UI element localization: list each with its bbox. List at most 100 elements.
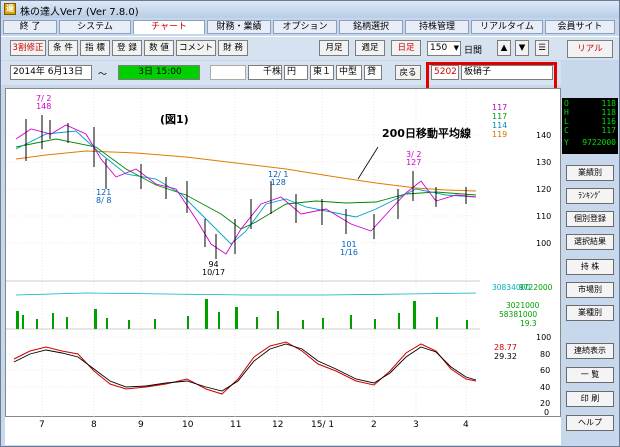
callout-high2-price: 127 [406,158,422,167]
x-label-12: 12 [272,420,284,430]
realtime-button[interactable]: リアル [567,40,613,58]
callout-mid1-price: 128 [270,178,286,187]
x-label-10: 10 [182,420,194,430]
menu-exit[interactable]: 終 了 [3,20,57,34]
sidebar-item-ranking[interactable]: ﾗﾝｷﾝｸﾞ [566,188,614,204]
volume-unit-field [210,65,246,80]
x-label-4: 4 [463,420,469,430]
window-title: 株の達人Ver7 (Ver 7.8.0) [20,7,139,18]
range-field[interactable]: 3日 15:00 [118,65,200,80]
sidebar-item-industry[interactable]: 業種別 [566,305,614,321]
menu-options[interactable]: オプション [273,20,337,34]
date-field[interactable]: 2014年 6月13日 [10,65,92,80]
price-tick-120: 120 [536,185,552,194]
osc-tick-20: 20 [540,399,551,408]
app-window: 達 株の達人Ver7 (Ver 7.8.0) 終 了 システム チャート 財務・… [0,0,620,447]
ma25-value: 117 [492,112,508,121]
register-button[interactable]: 登 録 [112,40,142,56]
daily-button[interactable]: 日足 [391,40,421,56]
stock-chart-svg [6,89,480,418]
sidebar-item-print[interactable]: 印 刷 [566,391,614,407]
menu-chart[interactable]: チャート [133,20,205,34]
osc-tick-40: 40 [540,383,551,392]
title-bar: 達 株の達人Ver7 (Ver 7.8.0) [1,1,619,18]
market-label: 東１ [310,65,334,80]
menu-finance[interactable]: 財務・業績 [207,20,271,34]
price-tick-140: 140 [536,131,552,140]
menu-holdings[interactable]: 持株管理 [405,20,469,34]
weekly-button[interactable]: 週足 [355,40,385,56]
callout-low1: 121 8/ 8 [96,189,111,205]
volume-unit-label: 千株 [248,65,282,80]
sidebar-item-holdings[interactable]: 持 株 [566,259,614,275]
chevron-down-icon: ▼ [453,44,459,52]
ma75-value: 114 [492,121,508,130]
x-label-9: 9 [138,420,144,430]
menu-realtime[interactable]: リアルタイム [471,20,543,34]
ma5-value: 117 [492,103,508,112]
figure-label: (図1) [160,113,189,126]
ohlc-open: 118 [601,99,616,108]
ohlc-y-label: Y [564,138,569,147]
ohlc-panel: O 118 H 118 L 116 C 117 Y 9722000 [562,98,618,154]
osc-value-2: 29.32 [494,352,517,361]
app-icon: 達 [4,3,16,15]
osc-tick-100: 100 [536,333,552,342]
ohlc-low: 116 [601,117,616,126]
x-label-8: 8 [91,420,97,430]
ohlc-c-label: C [564,126,569,135]
toolbar-main: 3割修正 条 件 指 標 登 録 数 値 コメント 財 務 月足 週足 日足 1… [1,36,619,60]
ohlc-h-label: H [564,108,569,117]
arrow-down-icon[interactable]: ▼ [515,40,529,56]
numeric-button[interactable]: 数 値 [144,40,174,56]
sidebar-item-continuous[interactable]: 連続表示 [566,343,614,359]
ma200-annotation: 200日移動平均線 [382,127,471,140]
size-label: 中型 [336,65,362,80]
sidebar-item-market[interactable]: 市場別 [566,282,614,298]
arrow-up-icon[interactable]: ▲ [497,40,511,56]
indicator-button[interactable]: 指 標 [80,40,110,56]
period-unit-label: 日間 [464,46,483,56]
osc-tick-0: 0 [544,408,550,417]
callout-mid1: 12/ 1 128 [268,171,289,187]
price-tick-130: 130 [536,158,552,167]
callout-high1-price: 148 [36,102,52,111]
sidebar-item-performance[interactable]: 業績別 [566,165,614,181]
menu-system[interactable]: システム [59,20,131,34]
callout-low3: 101 1/16 [340,241,358,257]
period-count-value: 150 [430,43,448,53]
x-label-2: 2 [371,420,377,430]
callout-low2-date: 10/17 [202,268,226,277]
back-button[interactable]: 戻る [395,65,421,80]
ma200-value: 119 [492,130,508,139]
price-tick-100: 100 [536,239,552,248]
ohlc-o-label: O [564,99,569,108]
x-label-7: 7 [39,420,45,430]
menu-icon[interactable]: ☰ [535,40,549,56]
split-adjust-button[interactable]: 3割修正 [10,40,46,56]
financial-button[interactable]: 財 務 [218,40,248,56]
menu-bar: 終 了 システム チャート 財務・業績 オプション 銘柄選択 持株管理 リアルタ… [1,18,619,35]
callout-high2: 3/ 2 127 [406,151,421,167]
monthly-button[interactable]: 月足 [319,40,349,56]
sidebar-item-selection-result[interactable]: 選択結果 [566,234,614,250]
condition-button[interactable]: 条 件 [48,40,78,56]
comment-button[interactable]: コメント [176,40,216,56]
x-label-15-1: 15/ 1 [311,420,335,430]
x-label-3: 3 [413,420,419,430]
x-label-11: 11 [230,420,242,430]
sidebar-item-list[interactable]: 一 覧 [566,367,614,383]
menu-member-site[interactable]: 会員サイト [545,20,615,34]
osc-value-1: 28.77 [494,343,517,352]
period-count-select[interactable]: 150 ▼ [427,41,461,56]
ohlc-l-label: L [564,117,569,126]
ma-values: 117 117 114 119 [492,103,507,139]
menu-stock-select[interactable]: 銘柄選択 [339,20,403,34]
range-tilde: 〜 [98,70,108,80]
osc-tick-80: 80 [540,350,551,359]
price-tick-110: 110 [536,212,552,221]
chart-area[interactable]: (図1) 200日移動平均線 117 117 114 119 140 130 1… [5,88,561,418]
sidebar-item-individual-register[interactable]: 個別登録 [566,211,614,227]
sidebar-item-help[interactable]: ヘルプ [566,415,614,431]
ohlc-high: 118 [601,108,616,117]
